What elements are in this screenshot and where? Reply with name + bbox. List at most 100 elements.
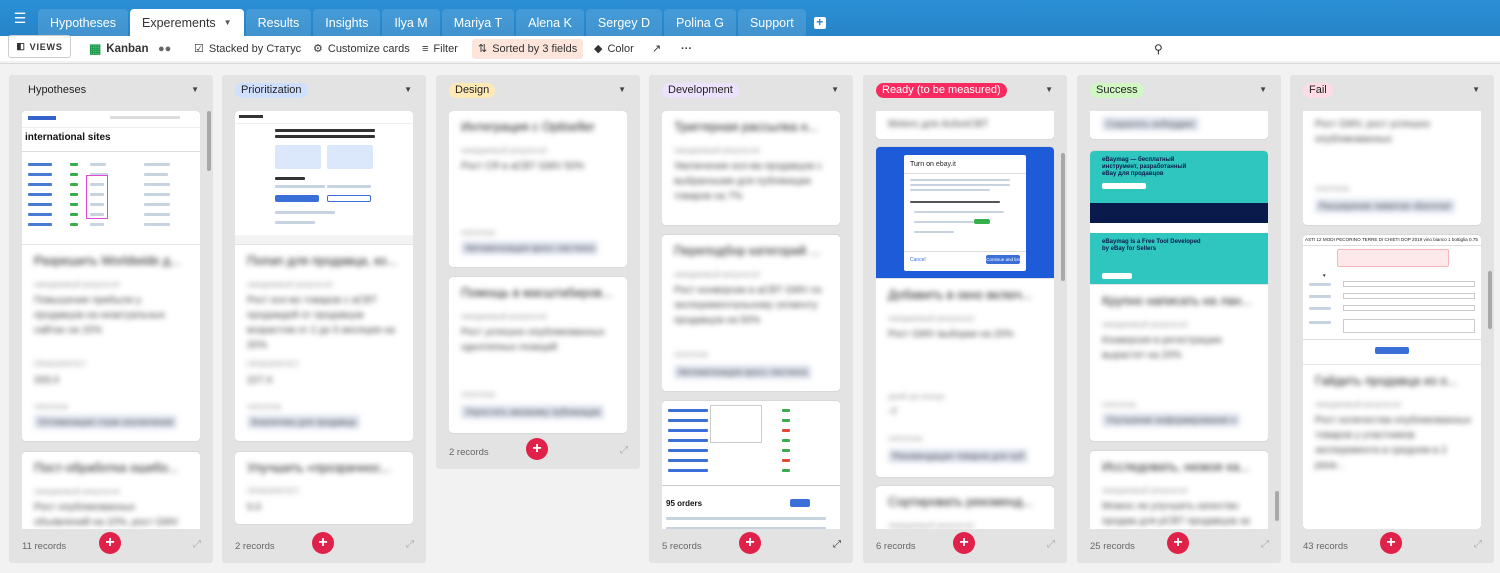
record-card[interactable]: eBaymag — бесплатный инструмент, разрабо… (1090, 151, 1268, 441)
add-record-button[interactable]: + (312, 532, 334, 554)
card-title: Интеграция с Optiseller (461, 120, 595, 134)
tab-polina-g[interactable]: Polina G (664, 9, 736, 36)
chevron-down-icon[interactable]: ▼ (618, 85, 626, 94)
record-card[interactable]: Сортировать рекоменд... ожидаемый резуль… (876, 486, 1054, 529)
column-header: Hypotheses ▼ (9, 83, 213, 101)
record-card[interactable]: Motors для ActiveCBT (876, 111, 1054, 139)
tab-mariya-t[interactable]: Mariya T (441, 9, 515, 36)
expand-icon[interactable]: ⤢ (833, 539, 841, 550)
screenshot-text-en: eBaymag is a Free Tool Developed by eBay… (1102, 239, 1201, 252)
expand-icon[interactable]: ⤢ (620, 445, 628, 456)
add-record-button[interactable]: + (953, 532, 975, 554)
chevron-down-icon[interactable]: ▼ (191, 85, 199, 94)
card-title: Разрешить Worldwide д... (34, 254, 181, 268)
record-card[interactable]: international sites Разрешить Worldwide … (22, 111, 200, 441)
card-attachment-image: eBaymag — бесплатный инструмент, разрабо… (1090, 151, 1268, 285)
sort-button[interactable]: ⇅ Sorted by 3 fields (472, 38, 584, 59)
record-card[interactable]: Помощь в масштабиров... ожидаемый резуль… (449, 277, 627, 433)
people-icon[interactable]: ●● (152, 39, 177, 59)
scrollbar[interactable] (1488, 271, 1492, 329)
add-record-button[interactable]: + (526, 438, 548, 460)
field-value: Рост CR в aCBT GMV 50% (461, 161, 585, 172)
record-card[interactable]: Рост GMV, рост успешно опубликованных ги… (1303, 111, 1481, 225)
record-card[interactable]: Попап для продавца, ко... ожидаемый резу… (235, 111, 413, 441)
screenshot-brand: ebay.it (935, 161, 956, 168)
color-button[interactable]: ◆ Color (588, 39, 640, 59)
column-footer: 2 records + ⤢ (222, 529, 426, 563)
scrollbar[interactable] (207, 111, 211, 171)
chevron-down-icon[interactable]: ▼ (1472, 85, 1480, 94)
record-card[interactable]: Улучшить «прозрачнос... ПРИОРИТЕТ 0.0 (235, 452, 413, 524)
linked-record-tag: Рекомендация товаров для пуб (888, 449, 1029, 463)
field-label: ПРИОРИТЕТ (34, 359, 87, 369)
tab-results[interactable]: Results (245, 9, 312, 36)
search-icon[interactable]: ⚲ (1148, 39, 1169, 59)
tab-ilya-m[interactable]: Ilya M (382, 9, 440, 36)
tab-support[interactable]: Support (737, 9, 806, 36)
record-card[interactable]: Пост-обработка ошибо... ожидаемый резуль… (22, 452, 200, 529)
tab-insights[interactable]: Insights (313, 9, 381, 36)
record-card[interactable]: Интеграция с Optiseller ожидаемый резуль… (449, 111, 627, 267)
field-value: Рост кол-во товаров с aCBT продаждей от … (247, 295, 395, 351)
card-list[interactable]: Интеграция с Optiseller ожидаемый резуль… (449, 111, 627, 441)
column-header: Prioritization ▼ (222, 83, 426, 101)
plus-square-icon[interactable]: + (813, 16, 826, 29)
tab-experements[interactable]: Experements ▼ (130, 9, 244, 36)
view-name-label: Kanban (106, 42, 149, 55)
views-button[interactable]: ◧ VIEWS (8, 35, 71, 58)
filter-button[interactable]: ≡ Filter (416, 39, 464, 59)
record-card[interactable]: Триггерная рассылка н... ожидаемый резул… (662, 111, 840, 225)
field-label: ожидаемый результат (247, 279, 334, 289)
field-value: Рост GMV, рост успешно опубликованных (1315, 119, 1431, 145)
add-record-button[interactable]: + (1167, 532, 1189, 554)
tab-hypotheses[interactable]: Hypotheses (38, 9, 129, 36)
scrollbar[interactable] (1061, 153, 1065, 281)
chevron-down-icon[interactable]: ▼ (1045, 85, 1053, 94)
record-card[interactable]: Сократить онбординг (1090, 111, 1268, 139)
stacked-by-button[interactable]: ☑ Stacked by Статус (188, 39, 307, 59)
customize-cards-button[interactable]: ⚙ Customize cards (307, 39, 416, 59)
checkbox-icon: ☑ (194, 43, 204, 55)
chevron-down-icon[interactable]: ▼ (1259, 85, 1267, 94)
record-card[interactable]: ASTI 12 MODI PECORINO TERRE DI CHIETI DO… (1303, 235, 1481, 529)
record-card[interactable]: Исследовать, низкое ка... ожидаемый резу… (1090, 451, 1268, 529)
card-list[interactable]: Motors для ActiveCBT Turn on ebay.it Can… (876, 111, 1054, 529)
share-icon[interactable]: ↗ (646, 39, 667, 59)
field-label: ПРИОРИТЕТ (247, 359, 300, 369)
card-list[interactable]: Сократить онбординг eBaymag — бесплатный… (1090, 111, 1268, 529)
add-record-button[interactable]: + (1380, 532, 1402, 554)
column-footer: 43 records + ⤢ (1290, 529, 1494, 563)
column-title: Success (1090, 83, 1144, 98)
tab-alena-k[interactable]: Alena K (516, 9, 584, 36)
view-name[interactable]: ▦ Kanban (83, 39, 154, 59)
card-list[interactable]: Попап для продавца, ко... ожидаемый резу… (235, 111, 413, 529)
add-record-button[interactable]: + (739, 532, 761, 554)
expand-icon[interactable]: ⤢ (193, 539, 201, 550)
card-list[interactable]: Триггерная рассылка н... ожидаемый резул… (662, 111, 840, 529)
add-record-button[interactable]: + (99, 532, 121, 554)
column-title: Prioritization (235, 83, 308, 98)
record-card[interactable]: 95 orders (662, 401, 840, 529)
record-card[interactable]: Переподбор категорий ... ожидаемый резул… (662, 235, 840, 391)
chevron-down-icon[interactable]: ▼ (404, 85, 412, 94)
more-icon[interactable]: ··· (675, 39, 698, 59)
column-hypotheses: Hypotheses ▼ international sites Разреши… (9, 75, 213, 563)
expand-icon[interactable]: ⤢ (1474, 539, 1482, 550)
field-label: ожидаемый результат (1102, 319, 1189, 329)
record-card[interactable]: Turn on ebay.it Cancel Continue and list (876, 147, 1054, 477)
expand-icon[interactable]: ⤢ (1261, 539, 1269, 550)
menu-icon[interactable]: ☰ (8, 4, 32, 32)
scrollbar[interactable] (1275, 491, 1279, 521)
expand-icon[interactable]: ⤢ (1047, 539, 1055, 550)
field-label: ожидаемый результат (461, 145, 548, 155)
chevron-down-icon[interactable]: ▼ (224, 18, 232, 27)
expand-icon[interactable]: ⤢ (406, 539, 414, 550)
column-header: Design ▼ (436, 83, 640, 101)
card-list[interactable]: Рост GMV, рост успешно опубликованных ги… (1303, 111, 1481, 529)
card-list[interactable]: international sites Разрешить Worldwide … (22, 111, 200, 529)
chevron-down-icon[interactable]: ▼ (831, 85, 839, 94)
column-title: Fail (1303, 83, 1333, 98)
tab-sergey-d[interactable]: Sergey D (585, 9, 662, 36)
column-title: Design (449, 83, 496, 98)
field-label: ожидаемый результат (888, 520, 975, 529)
